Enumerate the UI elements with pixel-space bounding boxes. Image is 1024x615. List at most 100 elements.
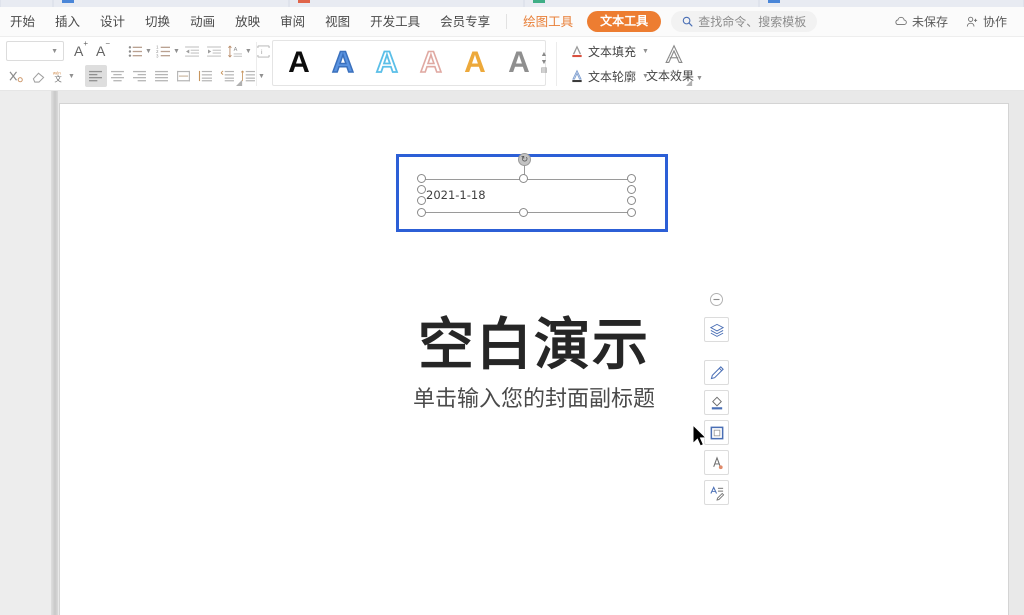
command-search-box[interactable]: 查找命令、搜索模板 [671,11,817,32]
wordart-style-1[interactable]: A [277,41,321,85]
text-effect-icon [709,455,725,471]
collaborate-icon [966,16,979,28]
chevron-down-icon: ▼ [696,75,703,82]
columns-icon [198,70,213,82]
shape-fill-button[interactable] [704,390,729,415]
format-brush-button[interactable] [704,360,729,385]
menu-item-start[interactable]: 开始 [0,7,45,37]
align-center-button[interactable] [107,65,129,87]
slide-thumbnail-pane[interactable] [0,91,52,615]
menu-item-animation[interactable]: 动画 [180,7,225,37]
chevron-down-icon: ▼ [68,73,75,80]
line-spacing-icon: A [228,45,243,58]
slide-title-text[interactable]: 空白演示 [60,300,1008,381]
wordart-style-2[interactable]: A [321,41,365,85]
pinyin-guide-icon: wén 文 [51,70,66,83]
clear-format-button[interactable] [5,65,27,87]
menu-item-insert[interactable]: 插入 [45,7,90,37]
resize-handle-w[interactable] [417,185,426,194]
align-left-button[interactable] [85,65,107,87]
menu-item-review[interactable]: 审阅 [270,7,315,37]
tab-placeholder-4[interactable] [759,0,1024,7]
align-right-button[interactable] [129,65,151,87]
resize-handle-ne[interactable] [627,174,636,183]
wordart-style-6[interactable]: A [497,41,541,85]
decrease-indent-button[interactable] [182,40,204,62]
pinyin-guide-button[interactable]: wén 文 ▼ [49,65,77,87]
decrease-font-size-button[interactable]: A− [92,40,114,62]
wordart-gallery-scroller[interactable]: ▲ ▼ ▤ [538,40,550,86]
slide-subtitle-text[interactable]: 单击输入您的封面副标题 [60,381,1008,413]
editor-workspace: 空白演示 单击输入您的封面副标题 2021-1-18 ↻ [0,91,1024,615]
ribbon-group-divider [256,42,257,86]
text-effects-button[interactable]: 文本效果▼ [640,40,709,86]
collaborate-label: 协作 [983,13,1007,30]
align-distribute-button[interactable] [173,65,195,87]
wordart-style-5[interactable]: A [453,41,497,85]
collaborate-button[interactable]: 协作 [959,13,1014,30]
square-outline-icon [709,425,725,441]
text-fill-icon [570,44,584,58]
clear-format-icon [9,70,24,83]
tab-color-indicator [533,0,545,3]
increase-indent-button[interactable] [204,40,226,62]
line-spacing-button[interactable]: A ▼ [226,40,254,62]
bullet-list-button[interactable]: ▼ [126,40,154,62]
menu-item-developer[interactable]: 开发工具 [360,7,430,37]
wordart-style-gallery[interactable]: A A A A A A [272,40,546,86]
text-effects-dialog-launcher[interactable]: ◢ [686,78,692,87]
indent-increase-icon [220,70,235,82]
align-distribute-icon [176,70,191,82]
date-text[interactable]: 2021-1-18 [426,188,486,202]
tab-color-indicator [298,0,310,3]
menu-item-drawing-tools[interactable]: 绘图工具 [513,7,583,37]
bullet-list-icon [128,45,143,58]
menu-divider [506,14,507,29]
text-effects-label: 文本效果▼ [646,67,703,84]
numbered-list-button[interactable]: 1 2 3 ▼ [154,40,182,62]
font-size-input[interactable]: ▼ [6,41,64,61]
menu-item-text-tools[interactable]: 文本工具 [587,11,661,32]
ribbon-group-divider-2 [556,42,557,86]
increase-font-size-button[interactable]: A+ [70,40,92,62]
resize-handle-n[interactable] [519,174,528,183]
slide-canvas[interactable]: 空白演示 单击输入您的封面副标题 2021-1-18 ↻ [60,104,1008,615]
menu-item-view[interactable]: 视图 [315,7,360,37]
text-format-button[interactable] [704,480,729,505]
menu-item-slideshow[interactable]: 放映 [225,7,270,37]
collapse-button[interactable] [704,287,729,312]
menu-item-transition[interactable]: 切换 [135,7,180,37]
date-placeholder-textbox[interactable]: 2021-1-18 ↻ [396,154,668,232]
resize-handle-se2[interactable] [627,208,636,217]
unsaved-status-button[interactable]: 未保存 [887,13,955,30]
rotate-handle[interactable]: ↻ [518,153,531,166]
align-justify-button[interactable] [151,65,173,87]
resize-handle-s[interactable] [519,208,528,217]
paragraph-dialog-launcher[interactable]: ◢ [236,78,242,87]
resize-handle-nw[interactable] [417,174,426,183]
arrange-layers-button[interactable] [704,317,729,342]
resize-handle-sw[interactable] [417,196,426,205]
resize-handle-se[interactable] [627,196,636,205]
chevron-up-icon: ▲ [541,51,548,59]
wordart-style-3[interactable]: A [365,41,409,85]
pane-splitter[interactable] [52,91,58,615]
more-styles-icon: ▤ [541,67,548,75]
chevron-down-icon: ▼ [145,48,152,55]
wordart-style-4[interactable]: A [409,41,453,85]
paragraph-spacing-button[interactable]: ▼ [239,65,267,87]
svg-text:文: 文 [54,73,62,82]
svg-text:A: A [234,47,238,53]
eraser-button[interactable] [27,65,49,87]
main-menu-bar: 开始 插入 设计 切换 动画 放映 审阅 视图 开发工具 会员专享 绘图工具 文… [0,7,1024,37]
object-float-toolbar [704,287,729,505]
resize-handle-e[interactable] [627,185,636,194]
text-style-button[interactable] [704,450,729,475]
menu-item-member[interactable]: 会员专享 [430,7,500,37]
align-left-icon [88,70,103,82]
menu-item-design[interactable]: 设计 [90,7,135,37]
resize-handle-sw2[interactable] [417,208,426,217]
chevron-down-icon: ▼ [245,48,252,55]
columns-button[interactable] [195,65,217,87]
mouse-cursor [692,424,709,449]
